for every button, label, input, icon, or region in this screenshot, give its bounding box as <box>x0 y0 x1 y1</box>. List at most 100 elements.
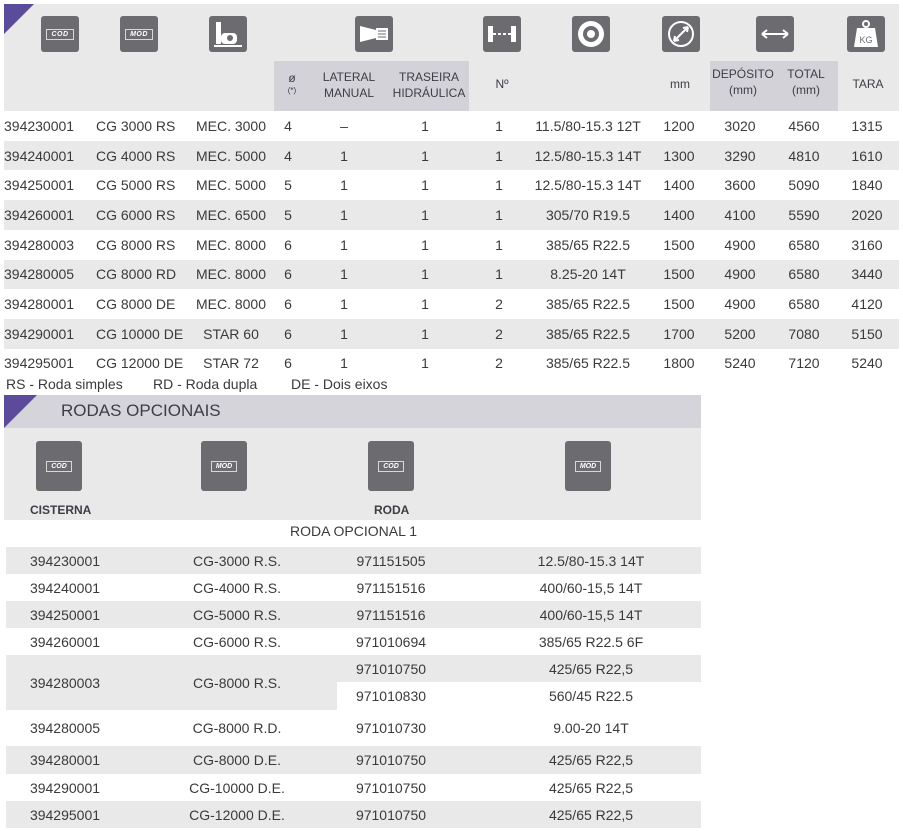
deposito-label-2: (mm) <box>729 83 757 97</box>
model-cell: CG 5000 RS <box>96 177 176 194</box>
tara-header: TARA <box>852 77 884 91</box>
total-cell: 4560 <box>788 117 820 134</box>
mod-badge-icon: MOD <box>120 16 158 52</box>
tara-cell: 1840 <box>851 177 883 194</box>
lateral-cell: 1 <box>340 147 348 164</box>
code-cell: 394280001 <box>29 752 101 768</box>
code-cell: 394260001 <box>4 206 75 223</box>
deposito-cell: 5240 <box>724 355 756 372</box>
table-row: 394290001 CG 10000 DE STAR 60 6 1 1 2 385/65 R2… <box>4 318 899 349</box>
model-cell: CG 8000 RS <box>96 236 176 253</box>
lateral-cell: 1 <box>340 355 348 372</box>
traseira-cell: 1 <box>421 266 429 283</box>
phi-cell: 6 <box>284 296 292 313</box>
deposito-cell: 3600 <box>724 177 756 194</box>
code-cell: 394280005 <box>29 720 101 736</box>
tyre-cell: 8.25-20 14T <box>550 266 626 283</box>
wheel-size-cell: 425/65 R22,5 <box>548 660 634 677</box>
diameter-cell: 1500 <box>663 236 695 253</box>
wheel-size-cell: 425/65 R22,5 <box>548 806 634 823</box>
phi-cell: 5 <box>284 206 292 223</box>
wheel-code-cell: 971151505 <box>356 552 426 569</box>
legend-rs: RS - Roda simples <box>6 376 123 392</box>
deposito-cell: 5200 <box>724 325 756 342</box>
lateral-cell: 1 <box>340 206 348 223</box>
code-cell: 394260001 <box>29 633 101 650</box>
code-cell: 394290001 <box>29 779 101 796</box>
optional-wheels-title-bar: RODAS OPCIONAIS <box>4 395 701 428</box>
svg-text:KG: KG <box>859 35 872 45</box>
model-cell: CG-4000 R.S. <box>193 579 281 596</box>
total-cell: 6580 <box>788 266 820 283</box>
code-cell: 394230001 <box>4 117 75 134</box>
hydraulic-lift-icon <box>355 16 393 52</box>
mod-badge-icon: MOD <box>565 441 611 491</box>
diameter-cell: 1200 <box>663 117 695 134</box>
model-cell: CG 10000 DE <box>96 325 184 342</box>
tyre-cell: 305/70 R19.5 <box>545 206 631 223</box>
phi-cell: 6 <box>284 266 292 283</box>
list-item: 394280003 CG-8000 R.S. 971010750 425/65 R22… <box>6 655 701 710</box>
axles-cell: 1 <box>495 147 503 164</box>
phi-cell: 4 <box>284 147 292 164</box>
pump-cell: MEC. 8000 <box>195 266 267 283</box>
wheel-code-cell: 971151516 <box>356 606 426 623</box>
traseira-cell: 1 <box>421 296 429 313</box>
tara-cell: 2020 <box>851 206 883 223</box>
wheel-code-cell: 971010750 <box>355 752 427 768</box>
axles-cell: 1 <box>495 177 503 194</box>
traseira-cell: 1 <box>421 325 429 342</box>
total-cell: 6580 <box>788 296 820 313</box>
tara-cell: 3440 <box>851 266 883 283</box>
lateral-label-1: LATERAL <box>322 70 376 84</box>
optional-subtitle: RODA OPCIONAL 1 <box>289 523 418 539</box>
model-cell: CG-8000 D.E. <box>193 752 281 768</box>
phi-cell: 6 <box>284 325 292 342</box>
pump-cell: STAR 60 <box>203 325 259 342</box>
deposito-cell: 4900 <box>724 266 756 283</box>
traseira-cell: 1 <box>421 147 429 164</box>
wheel-size-cell: 9.00-20 14T <box>553 720 629 736</box>
diameter-cell: 1500 <box>663 266 695 283</box>
model-cell: CG-12000 D.E. <box>189 806 285 823</box>
table-row: 394250001 CG 5000 RS MEC. 5000 5 1 1 1 12.5/80-… <box>4 170 899 201</box>
model-cell: CG 8000 DE <box>96 296 176 313</box>
axles-cell: 2 <box>495 296 503 313</box>
tara-cell: 1315 <box>851 117 883 134</box>
model-cell: CG 8000 RD <box>96 266 177 283</box>
table-row: 394260001 CG 6000 RS MEC. 6500 5 1 1 1 305/70 R… <box>4 200 899 230</box>
cod-badge-icon: COD <box>41 16 79 52</box>
traseira-cell: 1 <box>421 206 429 223</box>
code-cell: 394240001 <box>4 147 75 164</box>
total-cell: 7120 <box>788 355 820 372</box>
list-item: 394290001 CG-10000 D.E. 971010750 425/65 R2… <box>6 774 701 801</box>
code-cell: 394290001 <box>4 325 75 342</box>
diameter-cell: 1700 <box>663 325 695 342</box>
pump-cell: MEC. 5000 <box>195 147 267 164</box>
axles-cell: 1 <box>495 236 503 253</box>
lateral-cell: – <box>340 117 348 134</box>
table-row: 394240001 CG 4000 RS MEC. 5000 4 1 1 1 12.5/80-… <box>4 140 899 171</box>
tara-cell: 4120 <box>851 296 883 313</box>
code-cell: 394295001 <box>29 806 101 823</box>
axles-cell: 2 <box>495 325 503 342</box>
pump-cell: MEC. 3000 <box>195 117 267 134</box>
lateral-cell: 1 <box>340 325 348 342</box>
legend-de: DE - Dois eixos <box>291 376 388 392</box>
list-item: 394230001 CG-3000 R.S. 971151505 12.5/80-15… <box>6 547 701 574</box>
diameter-cell: 1500 <box>663 296 695 313</box>
traseira-label-2: HIDRÁULICA <box>392 86 466 100</box>
pump-icon <box>209 16 247 52</box>
list-item: 394250001 CG-5000 R.S. 971151516 400/60-15,… <box>6 601 701 628</box>
diameter-cell: 1400 <box>663 177 695 194</box>
wheel-size-cell: 425/65 R22,5 <box>548 779 634 796</box>
traseira-cell: 1 <box>421 177 429 194</box>
lateral-cell: 1 <box>340 177 348 194</box>
table-row: 394280005 CG 8000 RD MEC. 8000 6 1 1 1 8.25-20 … <box>4 259 899 290</box>
lateral-header: LATERAL MANUAL <box>312 69 386 101</box>
deposito-label-1: DEPÓSITO <box>712 67 774 81</box>
tyre-cell: 12.5/80-15.3 14T <box>534 177 642 194</box>
lateral-label-2: MANUAL <box>323 86 374 100</box>
code-cell: 394280003 <box>4 236 75 253</box>
pump-cell: MEC. 5000 <box>195 177 267 194</box>
